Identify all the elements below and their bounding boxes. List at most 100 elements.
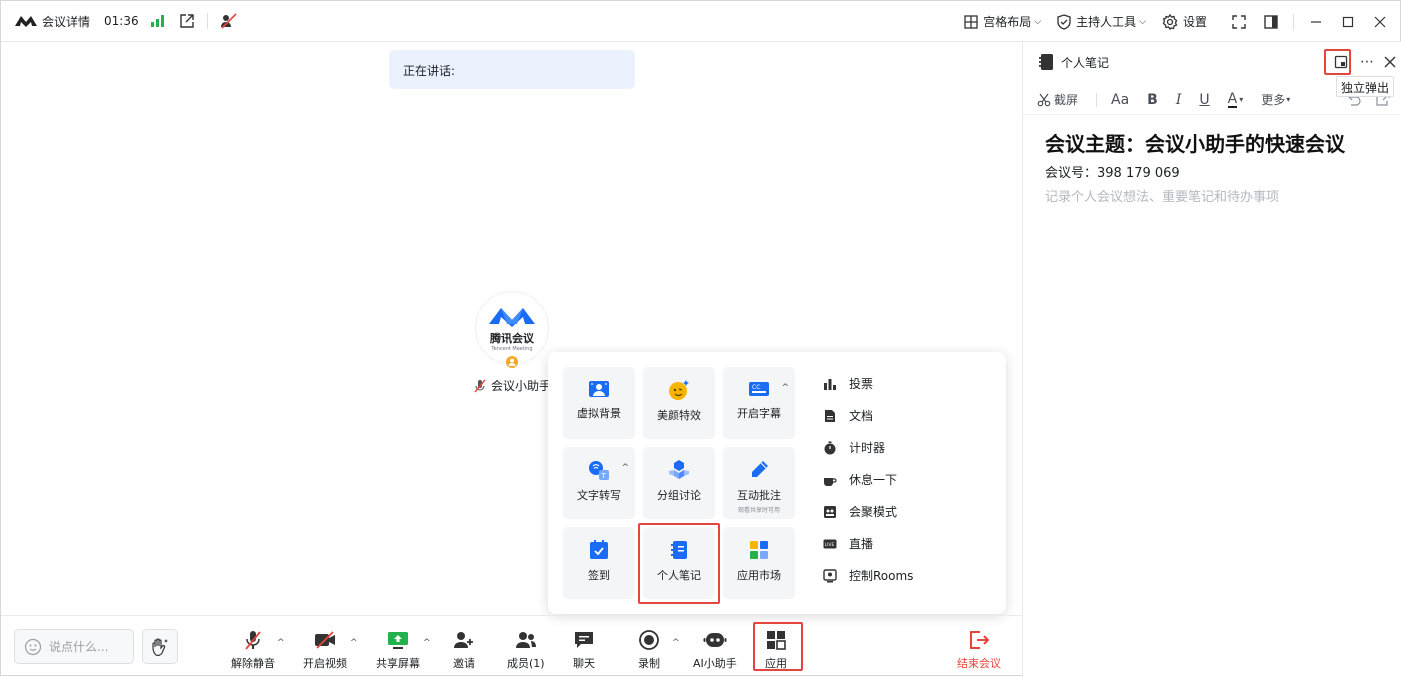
speaking-indicator: 正在讲话: (389, 50, 635, 89)
pop-out-tooltip: 独立弹出 (1336, 76, 1395, 97)
break-item[interactable]: 休息一下 (823, 471, 897, 488)
app-market-tile[interactable]: 应用市场 (723, 527, 795, 599)
more-tools[interactable]: 更多 ▾ (1261, 91, 1290, 108)
tile-label: 开启字幕 (737, 407, 781, 420)
toolbar-label: 聊天 (573, 657, 595, 670)
end-meeting-button[interactable]: 结束会议 (957, 628, 1001, 671)
transcription-tile[interactable]: T 文字转写 ^ (563, 447, 635, 519)
meeting-details-link[interactable]: 会议详情 (42, 13, 90, 30)
font-size-icon: Aa (1111, 91, 1130, 108)
chevron-up-icon[interactable]: ^ (781, 383, 789, 393)
mic-muted-icon (245, 631, 261, 650)
share-screen-icon (388, 632, 408, 649)
annotation-tile[interactable]: 互动批注 观看共享时可用 (723, 447, 795, 519)
together-mode-icon (824, 505, 836, 518)
toolbar-label: 录制 (638, 657, 660, 670)
maximize-button[interactable] (1332, 1, 1364, 42)
breakout-groups-icon (669, 460, 689, 479)
note-meeting-id[interactable]: 会议号：398 179 069 (1045, 162, 1180, 181)
note-body-placeholder[interactable]: 记录个人会议想法、重要笔记和待办事项 (1045, 186, 1279, 205)
font-color-tool[interactable]: A ▾ (1227, 90, 1243, 108)
chat-button[interactable]: 聊天 (573, 628, 595, 671)
chevron-up-icon[interactable]: ^ (350, 638, 358, 648)
chevron-down-icon: ⌵ (1139, 16, 1146, 27)
quick-chat-input[interactable]: 说点什么... (14, 629, 134, 664)
start-video-button[interactable]: 开启视频 (303, 628, 347, 671)
live-stream-item[interactable]: LIVE 直播 (823, 535, 873, 552)
toolbar-label: 解除静音 (231, 657, 275, 670)
screenshot-label: 截屏 (1054, 93, 1079, 107)
mic-muted-icon (474, 379, 486, 392)
apps-popup: 虚拟背景 美颜特效 CC 开启字幕 ^ T 文字转写 ^ 分组讨论 互动批注 观… (548, 352, 1006, 614)
ai-assistant-button[interactable]: AI小助手 (693, 628, 737, 671)
bold-icon: B (1147, 91, 1158, 108)
breakout-rooms-tile[interactable]: 分组讨论 (643, 447, 715, 519)
beauty-face-icon (669, 380, 689, 400)
sidebar-toggle-button[interactable] (1255, 1, 1287, 42)
font-color-icon: A (1227, 90, 1238, 108)
svg-text:T: T (601, 472, 607, 480)
invite-button[interactable]: 邀请 (453, 628, 475, 671)
chevron-up-icon[interactable]: ^ (672, 638, 680, 648)
host-tools-button[interactable]: 主持人工具 ⌵ (1057, 13, 1146, 30)
chevron-up-icon[interactable]: ^ (621, 463, 629, 473)
toolbar-label: 共享屏幕 (376, 657, 420, 670)
rooms-control-icon (823, 568, 837, 582)
tile-label: 分组讨论 (657, 489, 701, 502)
camera-off-icon (315, 631, 335, 649)
poll-item[interactable]: 投票 (823, 375, 873, 392)
screenshot-tool[interactable]: 截屏 (1037, 91, 1078, 108)
font-size-tool[interactable]: Aa (1111, 92, 1129, 108)
fullscreen-button[interactable] (1223, 1, 1255, 42)
subtitles-icon: CC (749, 382, 769, 396)
underline-tool[interactable]: U (1199, 92, 1209, 108)
close-icon (1384, 56, 1396, 68)
speaking-label: 正在讲话: (403, 64, 456, 78)
speaker-muted-icon[interactable] (220, 13, 238, 29)
italic-tool[interactable]: I (1176, 92, 1182, 108)
control-rooms-item[interactable]: 控制Rooms (823, 567, 913, 584)
document-item[interactable]: 文档 (823, 407, 873, 424)
unmute-button[interactable]: 解除静音 (231, 628, 275, 671)
together-mode-item[interactable]: 会聚模式 (823, 503, 897, 520)
chat-bubble-icon (575, 632, 593, 648)
tooltip-text: 独立弹出 (1341, 81, 1390, 95)
notebook-icon (1039, 54, 1053, 70)
host-tools-label: 主持人工具 (1076, 15, 1137, 29)
record-button[interactable]: 录制 (638, 628, 660, 671)
sign-in-tile[interactable]: 签到 (563, 527, 635, 599)
close-window-button[interactable] (1364, 1, 1396, 42)
meeting-timer: 01:36 (104, 14, 139, 28)
tile-label: 美颜特效 (657, 409, 701, 422)
share-screen-button[interactable]: 共享屏幕 (376, 628, 420, 671)
bold-tool[interactable]: B (1147, 92, 1158, 108)
list-label: 投票 (849, 377, 874, 391)
list-label: 休息一下 (849, 473, 898, 487)
subtitles-tile[interactable]: CC 开启字幕 ^ (723, 367, 795, 439)
more-options-icon[interactable]: ⋯ (1357, 52, 1377, 72)
raise-hand-button[interactable] (142, 629, 178, 664)
minimize-button[interactable] (1300, 1, 1332, 42)
exit-icon (970, 631, 990, 649)
chevron-up-icon[interactable]: ^ (423, 638, 431, 648)
italic-icon: I (1175, 91, 1182, 108)
virtual-background-tile[interactable]: 虚拟背景 (563, 367, 635, 439)
tile-label: 文字转写 (577, 489, 621, 502)
external-link-icon[interactable] (179, 13, 195, 29)
participant-name-tag: 会议小助手 (473, 377, 551, 394)
tile-sublabel: 观看共享时可用 (737, 507, 780, 514)
close-panel-button[interactable] (1380, 52, 1400, 72)
avatar-brand-en: Tencent Meeting (491, 346, 533, 352)
chevron-up-icon[interactable]: ^ (277, 638, 285, 648)
note-title[interactable]: 会议主题：会议小助手的快速会议 (1045, 128, 1345, 157)
layout-button[interactable]: 宫格布局 ⌵ (964, 13, 1041, 30)
toolbar-label: AI小助手 (693, 657, 737, 670)
members-button[interactable]: 成员(1) (507, 628, 545, 671)
signal-strength-icon[interactable] (150, 15, 165, 27)
tile-label: 应用市场 (737, 569, 781, 582)
settings-button[interactable]: 设置 (1162, 13, 1207, 30)
timer-item[interactable]: 计时器 (823, 439, 885, 456)
list-label: 会聚模式 (849, 505, 898, 519)
coffee-cup-icon (824, 477, 837, 486)
beauty-effects-tile[interactable]: 美颜特效 (643, 367, 715, 439)
